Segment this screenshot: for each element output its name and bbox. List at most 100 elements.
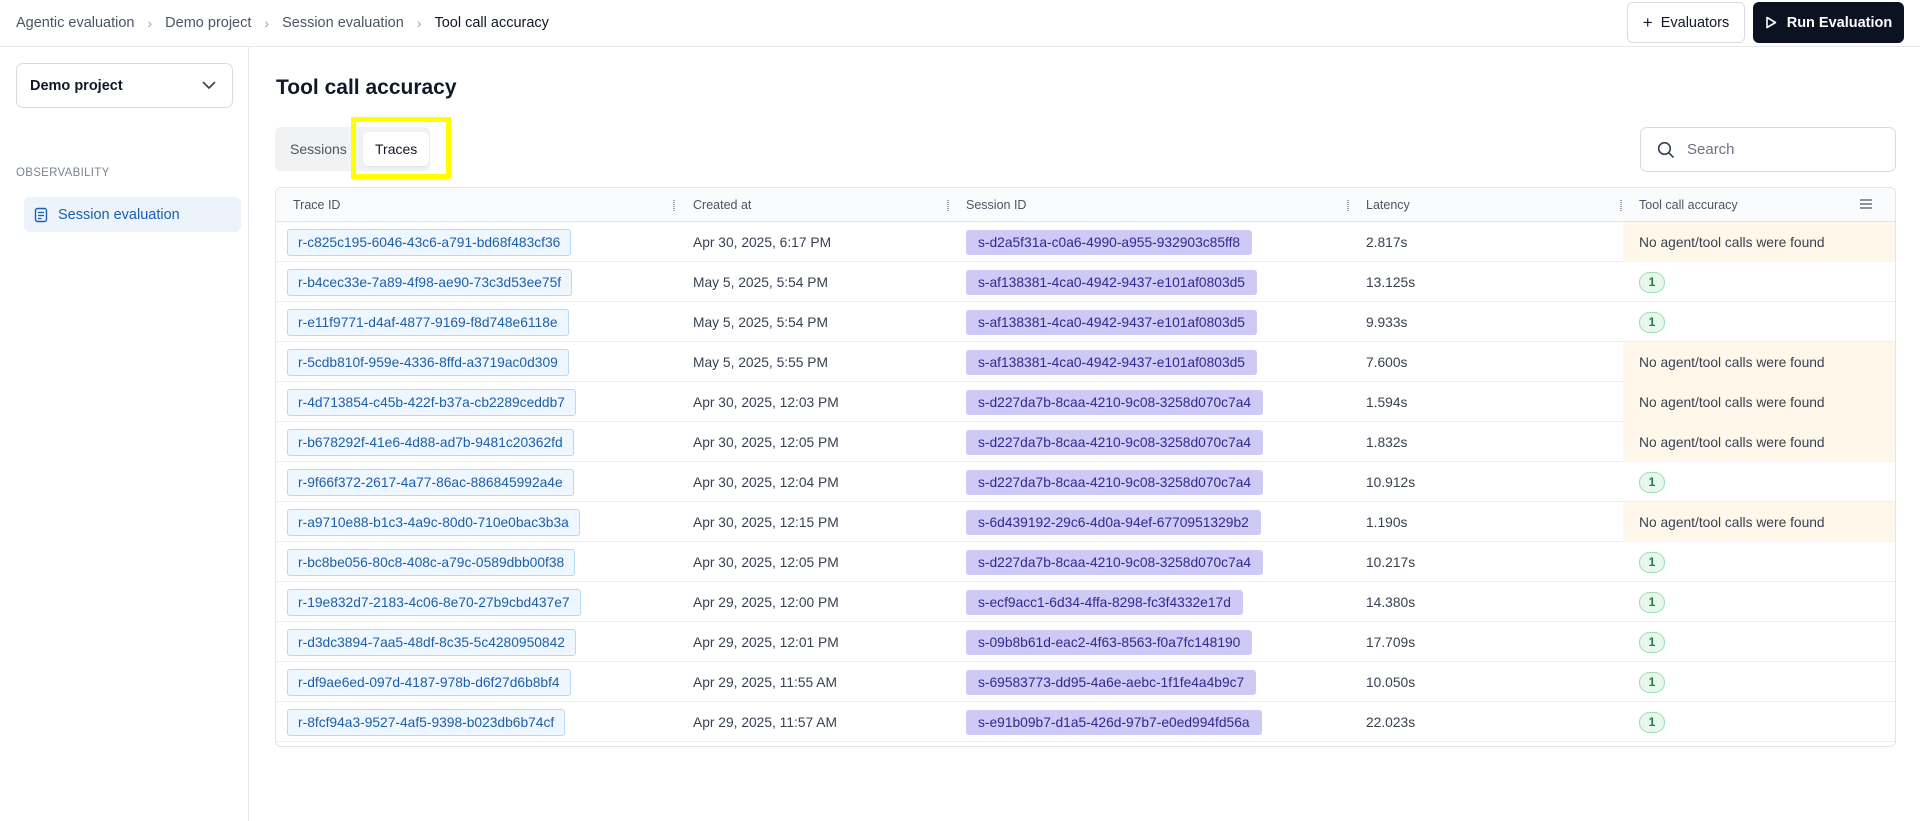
session-id-cell: s-ecf9acc1-6d34-4ffa-8298-fc3f4332e17d [966, 582, 1243, 622]
created-at-cell: Apr 29, 2025, 12:00 PM [693, 594, 839, 610]
accuracy-score-badge: 1 [1639, 551, 1665, 573]
chevron-down-icon [202, 81, 216, 89]
table-row[interactable]: r-a9710e88-b1c3-4a9c-80d0-710e0bac3b3a Ap… [276, 502, 1895, 542]
trace-id-link[interactable]: r-4d713854-c45b-422f-b37a-cb2289ceddb7 [287, 388, 576, 416]
latency-cell: 7.600s [1366, 354, 1408, 370]
table-row[interactable]: r-df9ae6ed-097d-4187-978b-d6f27d6b8bf4 Ap… [276, 662, 1895, 702]
play-icon [1765, 16, 1777, 29]
session-id-link[interactable]: s-e91b09b7-d1a5-426d-97b7-e0ed994fd56a [966, 709, 1262, 735]
latency-cell: 9.933s [1366, 314, 1408, 330]
session-id-link[interactable]: s-69583773-dd95-4a6e-aebc-1f1fe4a4b9c7 [966, 669, 1257, 695]
table-row[interactable]: r-b678292f-41e6-4d88-ad7b-9481c20362fd Ap… [276, 422, 1895, 462]
evaluators-button[interactable]: + Evaluators [1627, 2, 1745, 43]
created-at-cell: Apr 29, 2025, 11:55 AM [693, 674, 837, 690]
document-icon [34, 207, 48, 222]
table-row[interactable]: r-b4cec33e-7a89-4f98-ae90-73c3d53ee75f Ma… [276, 262, 1895, 302]
column-header-session-id[interactable]: Session ID [966, 188, 1026, 222]
table-row[interactable]: r-e11f9771-d4af-4877-9169-f8d748e6118e Ma… [276, 302, 1895, 342]
sidebar-item-session-evaluation[interactable]: Session evaluation [24, 197, 241, 232]
project-select-value: Demo project [30, 77, 123, 94]
sidebar: Demo project OBSERVABILITY Session evalu… [0, 47, 249, 821]
tool-call-accuracy-cell: 1 [1623, 622, 1895, 662]
breadcrumb-item-demo-project[interactable]: Demo project [165, 15, 251, 31]
column-menu-icon[interactable] [1860, 199, 1872, 209]
accuracy-score-badge: 1 [1639, 591, 1665, 613]
tool-call-accuracy-cell: No agent/tool calls were found [1623, 422, 1895, 462]
trace-id-link[interactable]: r-19e832d7-2183-4c06-8e70-27b9cbd437e7 [287, 588, 581, 616]
trace-id-link[interactable]: r-a9710e88-b1c3-4a9c-80d0-710e0bac3b3a [287, 508, 580, 536]
trace-id-link[interactable]: r-e11f9771-d4af-4877-9169-f8d748e6118e [287, 308, 569, 336]
column-resize-handle[interactable] [673, 200, 675, 211]
sidebar-item-label: Session evaluation [58, 206, 180, 223]
breadcrumb-item-current: Tool call accuracy [434, 15, 549, 31]
trace-id-link[interactable]: r-bc8be056-80c8-408c-a79c-0589dbb00f38 [287, 548, 576, 576]
session-id-link[interactable]: s-d227da7b-8caa-4210-9c08-3258d070c7a4 [966, 469, 1264, 495]
column-header-latency[interactable]: Latency [1366, 188, 1410, 222]
session-id-link[interactable]: s-09b8b61d-eac2-4f63-8563-f0a7fc148190 [966, 629, 1253, 655]
session-id-link[interactable]: s-af138381-4ca0-4942-9437-e101af0803d5 [966, 269, 1257, 295]
column-resize-handle[interactable] [1620, 200, 1622, 211]
table-row[interactable]: r-c825c195-6046-43c6-a791-bd68f483cf36 Ap… [276, 222, 1895, 262]
trace-id-link[interactable]: r-5cdb810f-959e-4336-8ffd-a3719ac0d309 [287, 348, 569, 376]
trace-id-link[interactable]: r-b678292f-41e6-4d88-ad7b-9481c20362fd [287, 428, 574, 456]
table-row[interactable]: r-5cdb810f-959e-4336-8ffd-a3719ac0d309 Ma… [276, 342, 1895, 382]
table-row[interactable]: r-9f66f372-2617-4a77-86ac-886845992a4e Ap… [276, 462, 1895, 502]
trace-id-link[interactable]: r-9f66f372-2617-4a77-86ac-886845992a4e [287, 468, 574, 496]
column-resize-handle[interactable] [947, 200, 949, 211]
breadcrumb-item-session-evaluation[interactable]: Session evaluation [282, 15, 404, 31]
session-id-cell: s-af138381-4ca0-4942-9437-e101af0803d5 [966, 342, 1257, 382]
latency-cell: 17.709s [1366, 634, 1416, 650]
latency-cell: 1.832s [1366, 434, 1408, 450]
plus-icon: + [1642, 13, 1653, 32]
created-at-cell: Apr 30, 2025, 12:05 PM [693, 554, 839, 570]
project-select[interactable]: Demo project [16, 63, 233, 108]
created-at-cell: May 5, 2025, 5:54 PM [693, 314, 828, 330]
trace-id-link[interactable]: r-b4cec33e-7a89-4f98-ae90-73c3d53ee75f [287, 268, 573, 296]
column-header-tool-call-accuracy[interactable]: Tool call accuracy [1639, 188, 1738, 222]
table-row[interactable]: r-4d713854-c45b-422f-b37a-cb2289ceddb7 Ap… [276, 382, 1895, 422]
trace-id-link[interactable]: r-c825c195-6046-43c6-a791-bd68f483cf36 [287, 228, 572, 256]
column-header-created-at[interactable]: Created at [693, 188, 751, 222]
session-id-link[interactable]: s-d227da7b-8caa-4210-9c08-3258d070c7a4 [966, 429, 1264, 455]
latency-cell: 10.912s [1366, 474, 1416, 490]
trace-id-link[interactable]: r-df9ae6ed-097d-4187-978b-d6f27d6b8bf4 [287, 668, 571, 696]
session-id-cell: s-09b8b61d-eac2-4f63-8563-f0a7fc148190 [966, 622, 1253, 662]
accuracy-score-badge: 1 [1639, 631, 1665, 653]
run-evaluation-button[interactable]: Run Evaluation [1753, 2, 1904, 43]
table-body: r-c825c195-6046-43c6-a791-bd68f483cf36 Ap… [276, 222, 1895, 742]
trace-id-link[interactable]: r-d3dc3894-7aa5-48df-8c35-5c4280950842 [287, 628, 576, 656]
table-row[interactable]: r-8fcf94a3-9527-4af5-9398-b023db6b74cf Ap… [276, 702, 1895, 742]
table-row[interactable]: r-bc8be056-80c8-408c-a79c-0589dbb00f38 Ap… [276, 542, 1895, 582]
tool-call-accuracy-cell: No agent/tool calls were found [1623, 502, 1895, 542]
table-header: Trace ID Created at Session ID Latency T… [276, 188, 1895, 222]
tool-call-accuracy-cell: 1 [1623, 582, 1895, 622]
session-id-cell: s-d227da7b-8caa-4210-9c08-3258d070c7a4 [966, 542, 1264, 582]
column-header-trace-id[interactable]: Trace ID [293, 188, 340, 222]
table-row[interactable]: r-d3dc3894-7aa5-48df-8c35-5c4280950842 Ap… [276, 622, 1895, 662]
accuracy-score-badge: 1 [1639, 311, 1665, 333]
session-id-link[interactable]: s-d227da7b-8caa-4210-9c08-3258d070c7a4 [966, 549, 1264, 575]
table-row[interactable]: r-19e832d7-2183-4c06-8e70-27b9cbd437e7 Ap… [276, 582, 1895, 622]
column-resize-handle[interactable] [1347, 200, 1349, 211]
page-title: Tool call accuracy [276, 76, 457, 99]
trace-id-cell: r-e11f9771-d4af-4877-9169-f8d748e6118e [287, 302, 569, 342]
section-label-observability: OBSERVABILITY [16, 167, 110, 179]
chevron-right-icon: › [264, 15, 270, 31]
tab-sessions[interactable]: Sessions [290, 127, 347, 171]
session-id-link[interactable]: s-ecf9acc1-6d34-4ffa-8298-fc3f4332e17d [966, 589, 1243, 615]
trace-id-link[interactable]: r-8fcf94a3-9527-4af5-9398-b023db6b74cf [287, 708, 566, 736]
session-id-link[interactable]: s-af138381-4ca0-4942-9437-e101af0803d5 [966, 309, 1257, 335]
search-icon [1657, 141, 1674, 158]
session-id-link[interactable]: s-6d439192-29c6-4d0a-94ef-6770951329b2 [966, 509, 1261, 535]
trace-id-cell: r-8fcf94a3-9527-4af5-9398-b023db6b74cf [287, 702, 566, 742]
session-id-cell: s-e91b09b7-d1a5-426d-97b7-e0ed994fd56a [966, 702, 1262, 742]
session-id-link[interactable]: s-d2a5f31a-c0a6-4990-a955-932903c85ff8 [966, 229, 1253, 255]
session-id-cell: s-d227da7b-8caa-4210-9c08-3258d070c7a4 [966, 462, 1264, 502]
breadcrumb-item-agentic-evaluation[interactable]: Agentic evaluation [16, 15, 135, 31]
search-input[interactable] [1687, 141, 1877, 158]
evaluators-button-label: Evaluators [1660, 14, 1730, 31]
accuracy-score-badge: 1 [1639, 671, 1665, 693]
session-id-link[interactable]: s-af138381-4ca0-4942-9437-e101af0803d5 [966, 349, 1257, 375]
session-id-link[interactable]: s-d227da7b-8caa-4210-9c08-3258d070c7a4 [966, 389, 1264, 415]
trace-id-cell: r-df9ae6ed-097d-4187-978b-d6f27d6b8bf4 [287, 662, 571, 702]
